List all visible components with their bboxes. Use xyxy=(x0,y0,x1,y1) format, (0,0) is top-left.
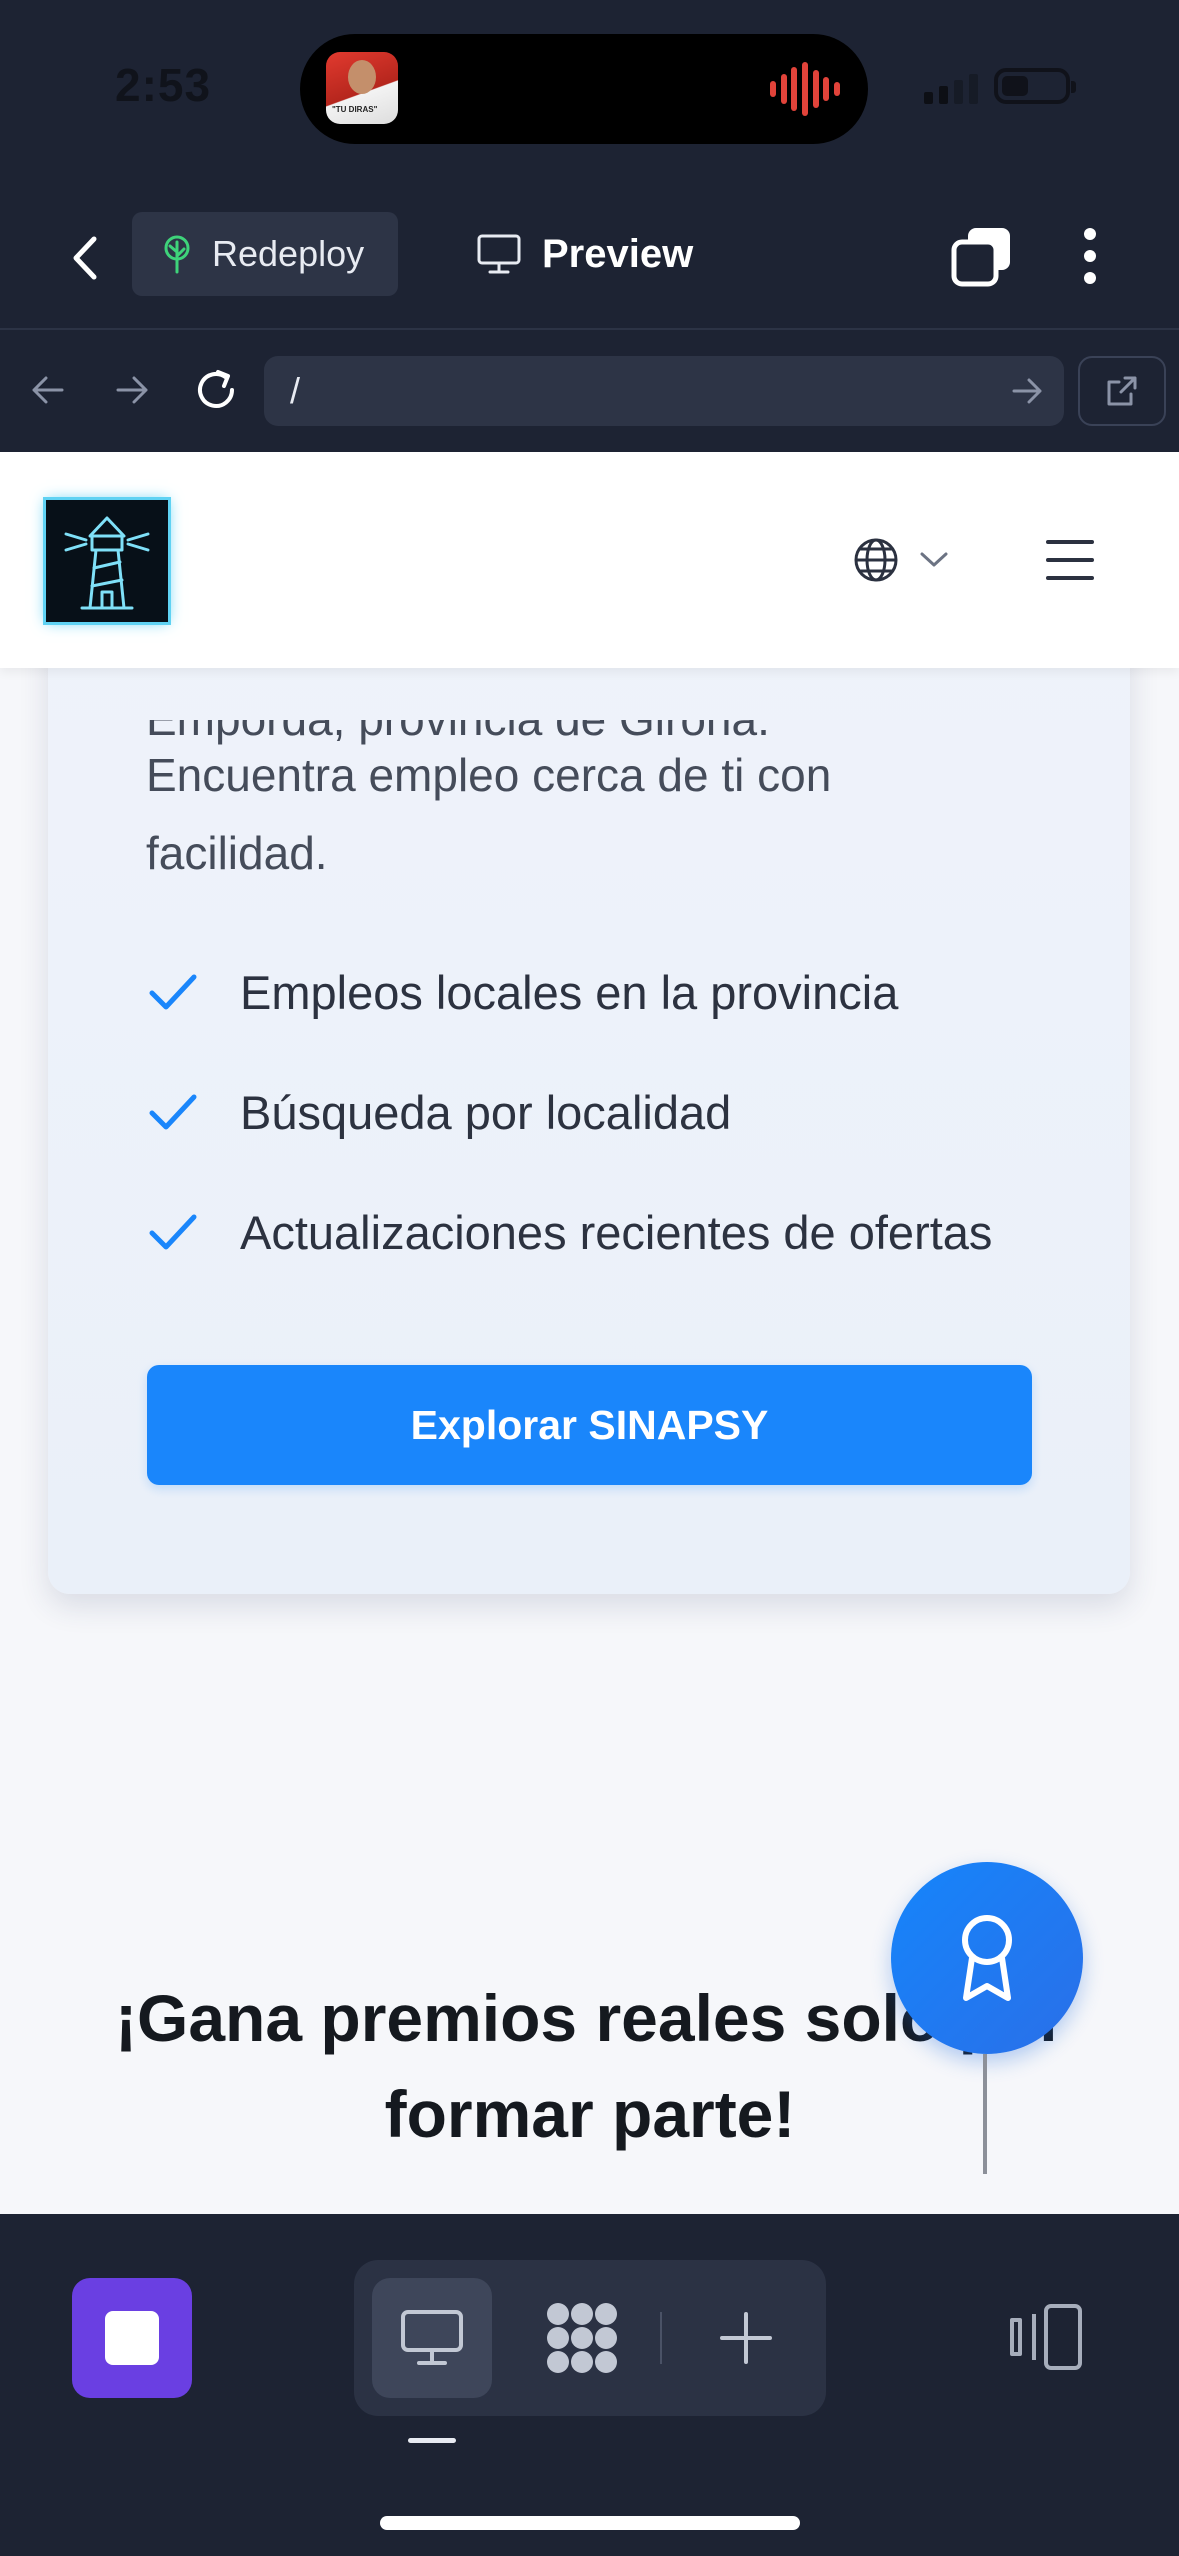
preview-button[interactable]: Preview xyxy=(476,212,693,296)
tabs-icon xyxy=(951,228,1010,287)
redeploy-label: Redeploy xyxy=(212,233,365,274)
plus-icon xyxy=(720,2312,772,2364)
rewards-fab-button[interactable] xyxy=(891,1862,1083,2054)
status-time: 2:53 xyxy=(115,59,212,111)
app-toolbar: Redeploy Preview xyxy=(0,180,1179,330)
cellular-signal-icon xyxy=(924,74,978,104)
monitor-icon xyxy=(477,234,521,274)
monitor-icon xyxy=(401,2310,463,2365)
redeploy-button[interactable]: Redeploy xyxy=(132,212,398,296)
hamburger-menu-icon[interactable] xyxy=(1046,540,1094,580)
open-external-button[interactable] xyxy=(1078,356,1166,426)
site-header xyxy=(0,452,1179,668)
lighthouse-logo-icon[interactable] xyxy=(46,500,168,622)
explore-sinapsy-button[interactable]: Explorar SINAPSY xyxy=(147,1365,1032,1485)
stop-button[interactable] xyxy=(72,2278,192,2398)
desktop-view-button[interactable] xyxy=(372,2278,492,2398)
language-selector[interactable] xyxy=(852,530,950,590)
rewards-heading-line-2: formar parte! xyxy=(384,2077,796,2151)
audio-waveform-icon xyxy=(770,62,840,116)
external-link-icon xyxy=(1107,376,1137,406)
feature-label: Búsqueda por localidad xyxy=(240,1085,732,1139)
dots-grid-icon xyxy=(547,2303,617,2373)
chevron-down-icon xyxy=(920,552,948,567)
feature-label: Empleos locales en la provincia xyxy=(240,965,899,1019)
checkmark-icon xyxy=(149,974,197,1010)
url-input[interactable]: / xyxy=(264,356,1064,426)
browser-back-button[interactable] xyxy=(20,362,76,418)
checkmark-icon xyxy=(149,1214,197,1250)
battery-icon xyxy=(994,68,1076,104)
award-ribbon-icon xyxy=(962,1915,1012,2001)
list-item: Actualizaciones recientes de ofertas xyxy=(146,1172,992,1292)
url-text: / xyxy=(290,370,301,411)
feature-card: Empordà, provincia de Girona. Encuentra … xyxy=(48,552,1130,1594)
fab-divider xyxy=(983,2054,987,2174)
panels-icon xyxy=(1010,2304,1082,2370)
live-activity-caption: "TU DIRAS" xyxy=(332,105,378,114)
back-button[interactable] xyxy=(56,228,116,288)
card-description-line-1: Encuentra empleo cerca de ti con xyxy=(146,749,832,801)
components-view-button[interactable] xyxy=(522,2278,642,2398)
go-arrow-icon[interactable] xyxy=(1008,372,1046,410)
status-bar: 2:53 "TU DIRAS" xyxy=(0,0,1179,180)
chevron-left-icon xyxy=(73,236,97,280)
list-item: Búsqueda por localidad xyxy=(146,1052,992,1172)
preview-label: Preview xyxy=(542,231,694,276)
globe-icon xyxy=(854,538,898,582)
panels-button[interactable] xyxy=(1008,2302,1084,2372)
list-item: Empleos locales en la provincia xyxy=(146,932,992,1052)
home-indicator[interactable] xyxy=(380,2516,800,2530)
arrow-right-icon xyxy=(116,376,148,404)
arrow-left-icon xyxy=(32,376,64,404)
reload-button[interactable] xyxy=(188,362,244,418)
view-mode-group xyxy=(354,2260,826,2416)
mode-divider xyxy=(660,2312,662,2364)
stop-icon xyxy=(105,2311,159,2365)
tree-icon xyxy=(164,235,190,274)
card-description-line-2: facilidad. xyxy=(146,827,328,879)
add-button[interactable] xyxy=(686,2278,806,2398)
live-activity-thumbnail: "TU DIRAS" xyxy=(326,52,398,124)
dynamic-island[interactable]: "TU DIRAS" xyxy=(300,34,868,144)
checkmark-icon xyxy=(149,1094,197,1130)
browser-forward-button[interactable] xyxy=(104,362,160,418)
more-options-button[interactable] xyxy=(1070,224,1110,288)
active-tab-indicator xyxy=(408,2438,456,2443)
feature-label: Actualizaciones recientes de ofertas xyxy=(240,1205,993,1259)
web-preview: Empordà, provincia de Girona. Encuentra … xyxy=(0,452,1179,2214)
tabs-button[interactable] xyxy=(950,224,1014,288)
feature-list: Empleos locales en la provincia Búsqueda… xyxy=(146,932,992,1292)
browser-bar: / xyxy=(0,330,1179,452)
reload-icon xyxy=(198,370,234,408)
bottom-toolbar xyxy=(0,2214,1179,2556)
